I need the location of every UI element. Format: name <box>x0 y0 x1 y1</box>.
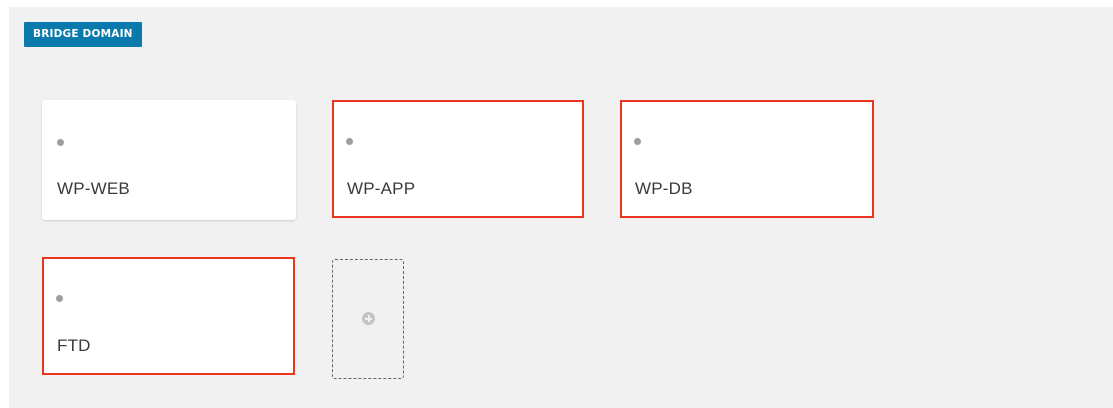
panel-header: BRIDGE DOMAIN <box>9 7 1113 67</box>
card-ftd[interactable]: FTD <box>42 257 295 375</box>
card-label: WP-WEB <box>57 179 130 198</box>
card-label: WP-APP <box>347 179 416 198</box>
card-label: FTD <box>57 336 91 355</box>
status-dot-icon <box>634 138 641 145</box>
bridge-domain-panel: BRIDGE DOMAIN WP-WEB WP-APP WP-DB FTD <box>9 7 1113 408</box>
card-wp-web[interactable]: WP-WEB <box>42 100 296 220</box>
status-dot-icon <box>57 139 64 146</box>
add-card-button[interactable] <box>332 259 404 379</box>
status-dot-icon <box>346 138 353 145</box>
plus-circle-icon <box>362 312 375 325</box>
card-wp-db[interactable]: WP-DB <box>620 100 874 218</box>
card-label: WP-DB <box>635 179 693 198</box>
card-wp-app[interactable]: WP-APP <box>332 100 584 218</box>
bridge-domain-badge: BRIDGE DOMAIN <box>24 22 142 47</box>
status-dot-icon <box>56 295 63 302</box>
